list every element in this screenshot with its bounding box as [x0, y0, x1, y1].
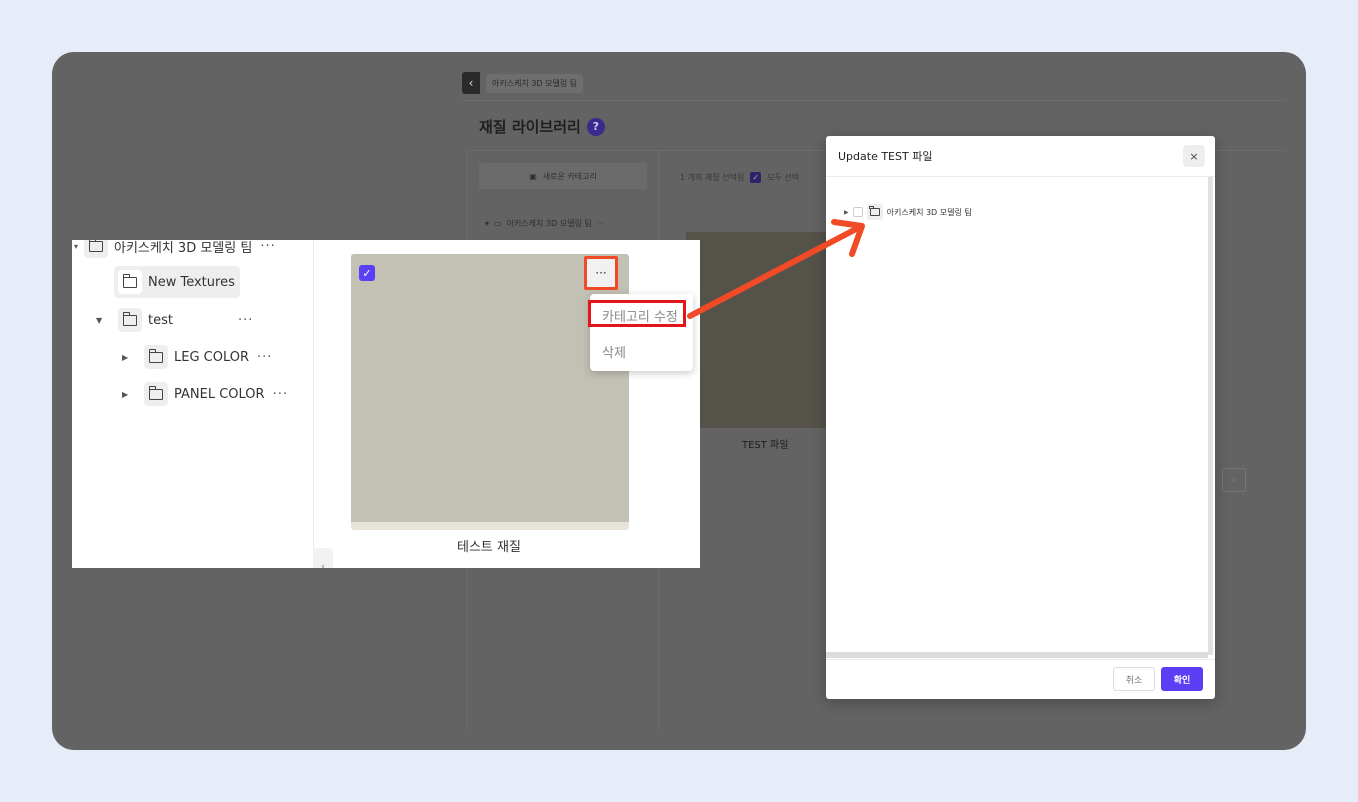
caret-down-icon: ▾: [74, 241, 79, 251]
more-icon[interactable]: ···: [260, 240, 275, 254]
update-category-modal: Update TEST 파일 × ▶ 아키스케치 3D 모델링 팀 취소 확인: [826, 136, 1215, 699]
confirm-button[interactable]: 확인: [1161, 667, 1203, 691]
more-icon[interactable]: ···: [257, 350, 272, 365]
zoomed-inset: ▾ 아키스케치 3D 모델링 팀 ··· New Textures ▼ test…: [72, 240, 700, 568]
page-title-text: 재질 라이브러리: [479, 118, 581, 136]
selection-count: 1 개의 재질 선택됨: [680, 173, 745, 182]
new-category-button[interactable]: ▣ 새로운 카테고리: [479, 163, 647, 189]
menu-item-delete[interactable]: 삭제: [602, 342, 626, 361]
folder-icon: [144, 345, 168, 369]
more-icon[interactable]: ···: [597, 219, 605, 228]
material-swatch: [351, 254, 629, 522]
folder-icon: [118, 308, 142, 332]
panel-divider: [313, 240, 314, 568]
check-icon[interactable]: ✓: [359, 265, 375, 281]
modal-tree-label: 아키스케치 3D 모델링 팀: [886, 207, 972, 217]
more-options-button[interactable]: ···: [584, 256, 618, 290]
vertical-scrollbar[interactable]: [1208, 177, 1213, 655]
folder-icon: [118, 270, 142, 294]
horizontal-scrollbar[interactable]: [826, 652, 1208, 658]
page-title: 재질 라이브러리 ?: [479, 116, 605, 137]
tree-root-item[interactable]: ▾ ▭ 아키스케치 3D 모델링 팀 ···: [485, 218, 604, 229]
material-card-label: 테스트 재질: [457, 540, 521, 555]
close-icon[interactable]: ×: [1183, 145, 1205, 167]
new-category-label: 새로운 카테고리: [542, 171, 597, 181]
cancel-button[interactable]: 취소: [1113, 667, 1155, 691]
more-icon[interactable]: ···: [238, 313, 253, 328]
material-card[interactable]: ✓: [351, 254, 629, 530]
caret-down-icon: ▼: [96, 315, 103, 325]
checkbox[interactable]: [852, 207, 863, 217]
selection-bar: 1 개의 재질 선택됨 ✓ 모두 선택: [680, 172, 799, 183]
highlight-box: [588, 300, 686, 327]
material-card-label: TEST 파일: [742, 440, 789, 451]
tree-item-test[interactable]: ▼ test ···: [96, 308, 253, 332]
select-all-label[interactable]: 모두 선택: [767, 172, 799, 183]
tree-item-label: New Textures: [148, 274, 235, 290]
caret-right-icon[interactable]: ▶: [844, 209, 849, 216]
folder-icon: [144, 382, 168, 406]
tree-root-item[interactable]: ▾ 아키스케치 3D 모델링 팀 ···: [74, 240, 276, 258]
folder-icon: [84, 240, 108, 258]
question-icon[interactable]: ?: [586, 117, 605, 136]
tree-root-label: 아키스케치 3D 모델링 팀: [506, 219, 592, 228]
divider: [826, 659, 1215, 660]
chevron-right-icon[interactable]: >: [1222, 468, 1246, 492]
more-icon[interactable]: ···: [273, 387, 288, 402]
divider: [462, 100, 1286, 101]
modal-title: Update TEST 파일: [838, 150, 933, 163]
team-breadcrumb[interactable]: 아키스케치 3D 모델링 팀: [486, 73, 584, 93]
chevron-left-icon[interactable]: ‹: [462, 72, 480, 94]
top-bar: ‹ 아키스케치 3D 모델링 팀: [462, 72, 584, 94]
divider: [826, 176, 1215, 177]
caret-down-icon: ▾: [485, 219, 490, 228]
folder-plus-icon: ▣: [529, 171, 537, 181]
tree-item-label: PANEL COLOR: [174, 386, 265, 402]
collapse-handle[interactable]: ‹: [313, 548, 333, 568]
modal-tree-item[interactable]: ▶ 아키스케치 3D 모델링 팀: [844, 204, 972, 220]
tree-item-new-textures[interactable]: New Textures: [114, 266, 240, 298]
tree-item-label: test: [148, 312, 173, 328]
tree-root-label: 아키스케치 3D 모델링 팀: [114, 240, 253, 256]
material-card-thumbnail[interactable]: [686, 232, 828, 428]
folder-icon: ▭: [494, 219, 502, 228]
caret-right-icon: ▶: [122, 352, 129, 362]
folder-icon: [866, 204, 883, 220]
check-icon[interactable]: ✓: [750, 172, 762, 183]
tree-item-leg-color[interactable]: ▶ LEG COLOR ···: [122, 345, 272, 369]
tree-item-label: LEG COLOR: [174, 349, 250, 365]
caret-right-icon: ▶: [122, 389, 129, 399]
tree-item-panel-color[interactable]: ▶ PANEL COLOR ···: [122, 382, 288, 406]
